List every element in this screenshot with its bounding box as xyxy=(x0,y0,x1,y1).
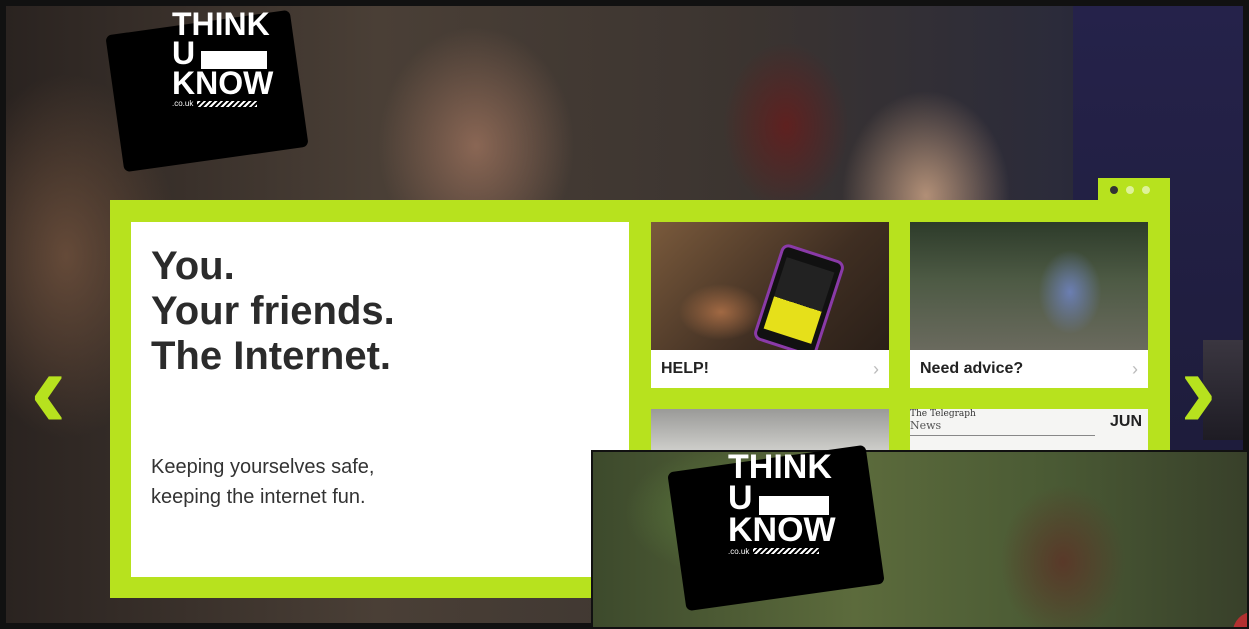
logo-word-u: U xyxy=(680,479,829,518)
hero-tagline: Keeping yourselves safe, keeping the int… xyxy=(151,452,374,512)
headline-line-1: You. xyxy=(151,244,235,288)
tile-advice-caption: Need advice? › xyxy=(910,350,1148,388)
phone-icon xyxy=(752,242,846,359)
tile-advice-label: Need advice? xyxy=(920,360,1024,377)
tile-need-advice[interactable]: Need advice? › xyxy=(910,222,1148,388)
news-section: News xyxy=(910,419,942,432)
video-logo: THINK U KNOW .co.uk xyxy=(667,444,885,612)
chevron-left-icon[interactable]: ‹ xyxy=(30,335,67,445)
tile-help-label: HELP! xyxy=(661,360,709,377)
logo-stripes xyxy=(753,548,820,555)
carousel-dot-2[interactable] xyxy=(1126,186,1134,194)
tagline-line-1: Keeping yourselves safe, xyxy=(151,456,375,478)
logo-stripes xyxy=(197,100,258,107)
news-month: JUN xyxy=(1109,413,1142,430)
chevron-right-icon: › xyxy=(873,358,879,379)
tile-help-caption: HELP! › xyxy=(651,350,889,388)
chevron-right-icon: › xyxy=(1132,358,1138,379)
hero-headline: You. Your friends. The Internet. xyxy=(151,244,395,379)
news-masthead: The Telegraph xyxy=(910,409,976,419)
page: THINK U KNOW .co.uk You. Your friends. T… xyxy=(0,0,1249,629)
site-logo[interactable]: THINK U KNOW .co.uk xyxy=(105,8,309,173)
logo-word-know: KNOW xyxy=(172,64,274,101)
logo-letter-u: U xyxy=(728,479,753,518)
logo-word-know: KNOW xyxy=(728,510,836,549)
carousel-dot-3[interactable] xyxy=(1142,186,1150,194)
tagline-line-2: keeping the internet fun. xyxy=(151,486,366,508)
carousel-dot-1[interactable] xyxy=(1110,186,1118,194)
logo-domain-text: .co.uk xyxy=(728,546,750,556)
video-jacket-shape xyxy=(1233,612,1247,627)
headline-line-2: Your friends. xyxy=(151,289,395,333)
headline-line-3: The Internet. xyxy=(151,334,392,378)
tile-help-image xyxy=(651,222,889,359)
logo-domain-text: .co.uk xyxy=(172,99,194,109)
logo-domain: .co.uk xyxy=(680,546,820,556)
tile-help[interactable]: HELP! › xyxy=(651,222,889,388)
chevron-right-icon[interactable]: › xyxy=(1180,335,1217,445)
logo-word-think: THINK xyxy=(728,448,832,486)
news-divider xyxy=(910,435,1095,436)
logo-domain: .co.uk xyxy=(118,99,258,109)
tile-advice-image xyxy=(910,222,1148,350)
hero-text-card: You. Your friends. The Internet. Keeping… xyxy=(131,222,629,577)
carousel-pagination xyxy=(1110,186,1150,194)
